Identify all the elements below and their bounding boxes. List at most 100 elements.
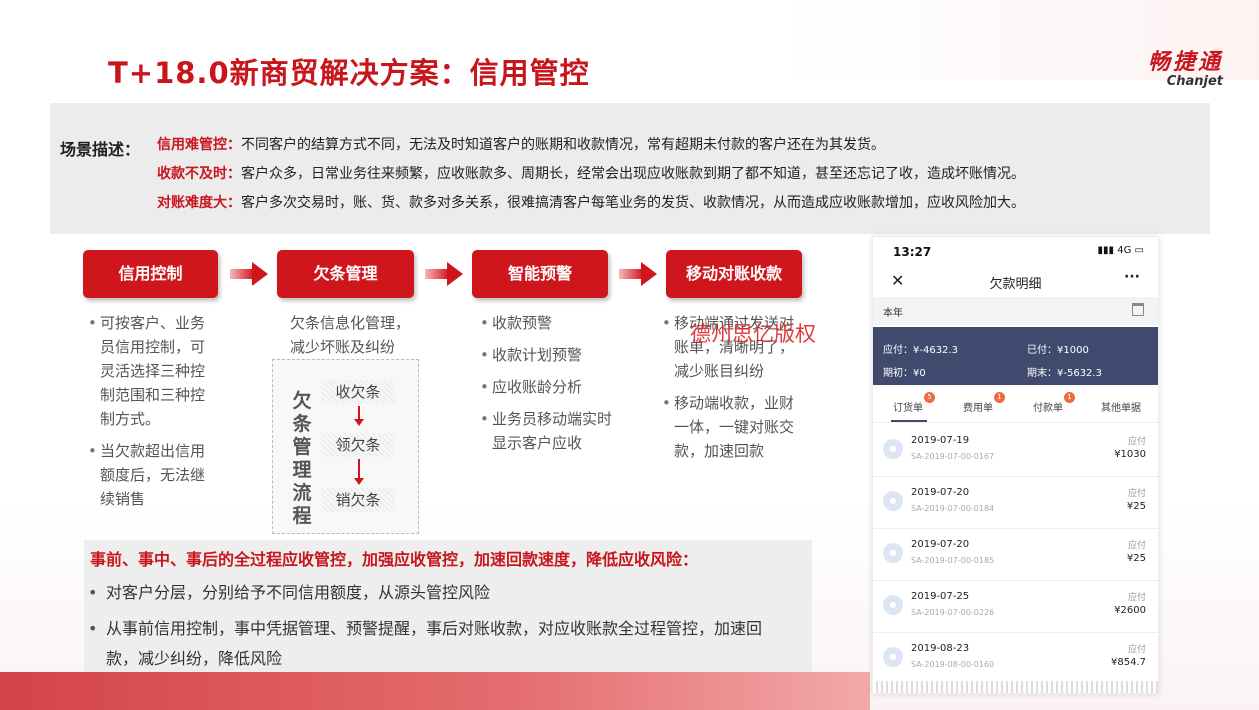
avatar: ● [883, 595, 903, 615]
credit-point-1: 可按客户、业务员信用控制，可灵活选择三种控制范围和三种控制方式。 [88, 311, 218, 431]
summary-heading: 事前、事中、事后的全过程应收管控，加强应收管控，加速回款速度，降低应收风险： [90, 550, 699, 569]
scene-line-2: 收款不及时：客户众多，日常业务往来频繁，应收账款多、周期长，经常会出现应收账款到… [157, 163, 1025, 183]
tab-order-badge: 5 [924, 392, 935, 403]
tab-expense-badge: 1 [994, 392, 1005, 403]
card-payable: 应付：¥-4632.3 [883, 345, 958, 356]
credit-control-points: 可按客户、业务员信用控制，可灵活选择三种控制范围和三种控制方式。 当欠款超出信用… [88, 311, 218, 519]
iou-flow-box: 欠条管理流程 收欠条 领欠条 销欠条 [272, 359, 419, 534]
list-item[interactable]: ● 2019-07-20 SA-2019-07-00-0184 应付 ¥25 [873, 477, 1158, 529]
credit-point-2: 当欠款超出信用额度后，无法继续销售 [88, 439, 218, 511]
list-item[interactable]: ● 2019-07-25 SA-2019-07-00-0226 应付 ¥2600 [873, 581, 1158, 633]
tab-expense-label: 费用单 [963, 403, 993, 414]
row-date: 2019-08-23 [911, 643, 970, 654]
battery-icon: ▭ [1134, 245, 1144, 256]
iou-flow-title: 欠条管理流程 [292, 390, 312, 527]
card-closing: 期末：¥-5632.3 [1027, 368, 1102, 379]
tab-expense[interactable]: 费用单 1 [963, 392, 1005, 414]
row-code: SA-2019-07-00-0184 [911, 504, 995, 513]
scene-text-1: 不同客户的结算方式不同，无法及时知道客户的账期和收款情况，常有超期未付款的客户还… [241, 137, 885, 153]
row-label: 应付 [1127, 489, 1146, 499]
scene-line-3: 对账难度大：客户多次交易时，账、货、款多对多关系，很难搞清客户每笔业务的发货、收… [157, 192, 1025, 212]
alert-point-2: 收款计划预警 [480, 343, 612, 367]
row-label: 应付 [1127, 541, 1146, 551]
flow-arrow-2 [354, 459, 364, 485]
row-label: 应付 [1127, 437, 1146, 447]
scene-description-panel: 场景描述： 信用难管控：不同客户的结算方式不同，无法及时知道客户的账期和收款情况… [50, 103, 1210, 234]
scene-label: 场景描述： [60, 140, 141, 159]
card-paid: 已付：¥1000 [1027, 345, 1089, 356]
row-code: SA-2019-07-00-0167 [911, 452, 995, 461]
tab-payment-badge: 1 [1064, 392, 1075, 403]
step-credit-control: 信用控制 [83, 250, 218, 298]
logo-cn-text: 畅捷通 [1147, 50, 1223, 75]
card-opening: 期初：¥0 [883, 368, 926, 379]
flow-arrow-1 [354, 406, 364, 426]
row-value: ¥1030 [1114, 449, 1146, 460]
avatar: ● [883, 439, 903, 459]
tab-payment-label: 付款单 [1033, 403, 1063, 414]
calendar-icon[interactable] [1132, 303, 1144, 316]
tab-payment[interactable]: 付款单 1 [1033, 392, 1075, 414]
status-time: 13:27 [893, 245, 932, 259]
step-arrow-1 [230, 262, 268, 286]
list-item[interactable]: ● 2019-07-19 SA-2019-07-00-0167 应付 ¥1030 [873, 425, 1158, 477]
row-label: 应付 [1127, 593, 1146, 603]
scene-text-3: 客户多次交易时，账、货、款多对多关系，很难搞清客户每笔业务的发货、收款情况，从而… [241, 195, 1025, 211]
iou-intro: 欠条信息化管理，减少坏账及纠纷 [290, 314, 411, 356]
row-value: ¥854.7 [1111, 657, 1146, 668]
status-network: 4G [1117, 245, 1132, 256]
status-signal: ▮▮▮ 4G ▭ [1097, 245, 1144, 256]
flow-node-cancel: 销欠条 [321, 488, 395, 512]
step-iou-management: 欠条管理 [277, 250, 414, 298]
step-arrow-2 [425, 262, 463, 286]
row-value: ¥2600 [1114, 605, 1146, 616]
period-bar[interactable]: 本年 [873, 297, 1158, 325]
row-code: SA-2019-08-00-0160 [911, 660, 995, 669]
tab-other-label: 其他单据 [1101, 403, 1141, 414]
row-date: 2019-07-25 [911, 591, 970, 602]
scene-line-1: 信用难管控：不同客户的结算方式不同，无法及时知道客户的账期和收款情况，常有超期未… [157, 134, 885, 154]
bottom-band [0, 672, 870, 710]
avatar: ● [883, 543, 903, 563]
smart-alert-points: 收款预警 收款计划预警 应收账龄分析 业务员移动端实时显示客户应收 [480, 311, 612, 463]
page-title: T+18.0新商贸解决方案：信用管控 [108, 56, 590, 90]
avatar: ● [883, 647, 903, 667]
alert-point-4: 业务员移动端实时显示客户应收 [480, 407, 612, 455]
scene-key-1: 信用难管控： [157, 137, 241, 153]
flow-node-collect: 收欠条 [321, 380, 395, 404]
logo-en-text: Chanjet [1166, 74, 1223, 89]
phone-screenshot: 13:27 ▮▮▮ 4G ▭ ✕ 欠款明细 ··· 本年 应付：¥-4632.3… [872, 236, 1159, 694]
alert-point-3: 应收账龄分析 [480, 375, 612, 399]
row-label: 应付 [1127, 645, 1146, 655]
phone-tabs: 订货单 5 费用单 1 付款单 1 其他单据 [873, 389, 1158, 423]
alert-point-1: 收款预警 [480, 311, 612, 335]
slide: T+18.0新商贸解决方案：信用管控 畅捷通 Chanjet 场景描述： 信用难… [0, 0, 1259, 710]
list-item[interactable]: ● 2019-07-20 SA-2019-07-00-0185 应付 ¥25 [873, 529, 1158, 581]
row-date: 2019-07-19 [911, 435, 970, 446]
row-value: ¥25 [1126, 501, 1146, 512]
tab-order-label: 订货单 [893, 403, 923, 414]
list-item[interactable]: ● 2019-08-23 SA-2019-08-00-0160 应付 ¥854.7 [873, 633, 1158, 685]
row-date: 2019-07-20 [911, 539, 970, 550]
phone-bottom-edge [873, 681, 1158, 693]
mobile-point-2: 移动端收款，业财一体，一键对账交款，加速回款 [662, 391, 800, 463]
step-smart-alert: 智能预警 [472, 250, 608, 298]
step-arrow-3 [619, 262, 657, 286]
row-date: 2019-07-20 [911, 487, 970, 498]
more-icon[interactable]: ··· [1124, 269, 1140, 285]
row-value: ¥25 [1126, 553, 1146, 564]
avatar: ● [883, 491, 903, 511]
scene-text-2: 客户众多，日常业务往来频繁，应收账款多、周期长，经常会出现应收账款到期了都不知道… [241, 166, 1025, 182]
summary-bullet-1: 对客户分层，分别给予不同信用额度，从源头管控风险 [88, 578, 786, 608]
active-tab-indicator [891, 420, 927, 422]
tab-other[interactable]: 其他单据 [1101, 399, 1141, 414]
summary-card: 应付：¥-4632.3 已付：¥1000 期初：¥0 期末：¥-5632.3 [873, 327, 1158, 385]
flow-node-receive: 领欠条 [321, 433, 395, 457]
tab-order[interactable]: 订货单 5 [893, 392, 935, 414]
phone-title: 欠款明细 [989, 277, 1042, 292]
row-code: SA-2019-07-00-0226 [911, 608, 995, 617]
scene-key-2: 收款不及时： [157, 166, 241, 182]
scene-key-3: 对账难度大： [157, 195, 241, 211]
period-label: 本年 [883, 308, 903, 319]
row-code: SA-2019-07-00-0185 [911, 556, 995, 565]
